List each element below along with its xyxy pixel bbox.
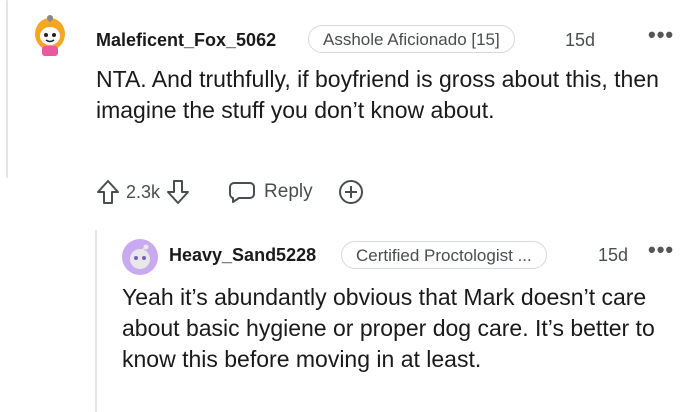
speech-bubble-icon: [228, 180, 256, 204]
comment-timestamp[interactable]: 15d: [565, 30, 595, 51]
user-avatar[interactable]: [26, 12, 74, 60]
thread-line: [6, 0, 8, 178]
reply-button[interactable]: Reply: [228, 180, 313, 204]
comment-actions: 2.3k Reply: [96, 174, 365, 210]
reply-body: Yeah it’s abundantly obvious that Mark d…: [122, 284, 655, 372]
upvote-arrow-icon[interactable]: [96, 179, 120, 205]
reply-username[interactable]: Heavy_Sand5228: [169, 245, 316, 266]
reply-thread-line: [95, 230, 97, 412]
snoo-avatar-purple-icon: [130, 244, 150, 269]
reply-label: Reply: [264, 181, 313, 202]
reply-user-flair: Certified Proctologist ...: [341, 241, 547, 269]
snoo-avatar-icon: [35, 15, 65, 56]
reply-timestamp[interactable]: 15d: [598, 245, 628, 266]
downvote-arrow-icon[interactable]: [166, 179, 190, 205]
user-flair: Asshole Aficionado [15]: [308, 25, 515, 53]
comment-body: NTA. And truthfully, if boyfriend is gro…: [96, 66, 659, 123]
more-options-icon[interactable]: •••: [648, 22, 674, 48]
vote-count: 2.3k: [126, 181, 161, 202]
more-options-icon[interactable]: •••: [648, 237, 674, 263]
reply-user-avatar[interactable]: [122, 239, 158, 275]
comment-username[interactable]: Maleficent_Fox_5062: [96, 30, 276, 51]
plus-circle-icon[interactable]: [337, 178, 365, 206]
